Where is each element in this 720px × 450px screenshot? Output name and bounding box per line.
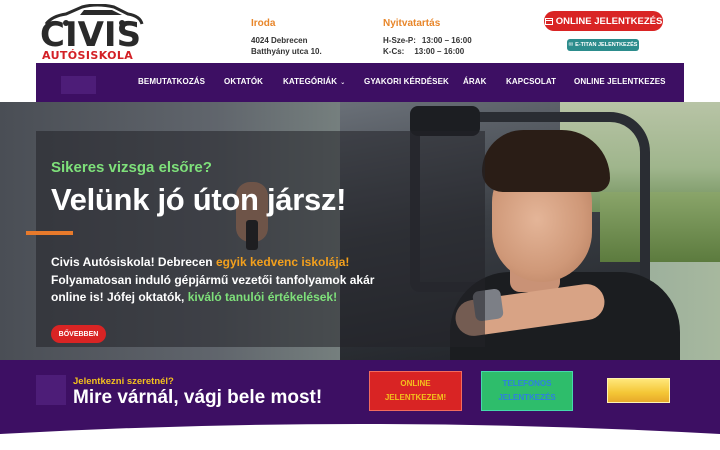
page: CIVIS AUTÓSISKOLA Iroda 4024 Debrecen Ba… [0, 0, 720, 450]
nav-item-kategoriak[interactable]: KATEGÓRIÁK ⌄ [283, 63, 345, 102]
cta-kicker: Jelentkezni szeretnél? [73, 376, 174, 387]
nav-item-bemutatkozas[interactable]: BEMUTATKOZÁS [138, 63, 205, 102]
chevron-down-icon: ⌄ [340, 80, 346, 86]
nav-item-gyik[interactable]: GYAKORI KÉRDÉSEK [364, 63, 449, 102]
logo-subtitle: AUTÓSISKOLA [42, 49, 134, 62]
cta-phone-label: TELEFONOS JELENTKEZÉS [498, 379, 556, 402]
nav-item-label: KATEGÓRIÁK [283, 77, 338, 86]
section-divider-wave [0, 424, 720, 450]
main-navigation: BEMUTATKOZÁS OKTATÓK KATEGÓRIÁK ⌄ GYAKORI… [36, 63, 684, 102]
hours-time: 13:00 – 16:00 [414, 47, 465, 56]
hero-description: Civis Autósiskola! Debrecen egyik kedven… [51, 254, 411, 307]
nav-item-oktatok[interactable]: OKTATÓK [224, 63, 263, 102]
etitan-application-button[interactable]: ✉ E-TITAN JELENTKEZÉS [567, 39, 639, 51]
nav-logo-placeholder[interactable] [61, 76, 96, 94]
cta-icon-placeholder [36, 375, 66, 405]
opening-hours: Nyitvatartás H-Sze-P: 13:00 – 16:00 K-Cs… [383, 17, 472, 57]
site-logo[interactable]: CIVIS AUTÓSISKOLA [38, 4, 146, 62]
hours-title: Nyitvatartás [383, 18, 441, 29]
nav-item-online-jelentkezes[interactable]: ONLINE JELENTKEZES [574, 63, 666, 102]
cta-phone-button[interactable]: TELEFONOS JELENTKEZÉS [481, 371, 573, 411]
cta-title: Mire várnál, vágj bele most! [73, 387, 323, 408]
hours-time: 13:00 – 16:00 [421, 36, 472, 45]
hero-text-part: Civis Autósiskola! Debrecen [51, 255, 216, 269]
cta-yellow-button[interactable] [607, 378, 670, 403]
hero-title: Velünk jó úton jársz! [51, 182, 347, 217]
more-button[interactable]: BŐVEBBEN [51, 325, 106, 343]
address-title: Iroda [251, 18, 276, 29]
cta-online-button[interactable]: ONLINE JELENTKEZEM! [369, 371, 462, 411]
hero-text-highlight: kiváló tanulói értékelések! [187, 290, 338, 304]
online-application-label: ONLINE JELENTKEZÉS [555, 15, 663, 27]
hero-kicker: Sikeres vizsga elsőre? [51, 159, 212, 176]
hero-divider [26, 231, 73, 235]
etitan-label: E-TITAN JELENTKEZÉS [575, 42, 638, 48]
hours-row: H-Sze-P: 13:00 – 16:00 [383, 35, 472, 46]
hours-days: H-Sze-P: [383, 36, 416, 45]
site-header: CIVIS AUTÓSISKOLA Iroda 4024 Debrecen Ba… [0, 0, 720, 63]
hours-row: K-Cs: 13:00 – 16:00 [383, 46, 472, 57]
calendar-icon [544, 18, 553, 25]
address-line: Batthyány utca 10. [251, 47, 322, 56]
nav-item-arak[interactable]: ÁRAK [463, 63, 487, 102]
check-icon: ✉ [568, 42, 574, 48]
online-application-button[interactable]: ONLINE JELENTKEZÉS [544, 11, 663, 31]
hours-days: K-Cs: [383, 47, 405, 56]
hero-text-highlight: egyik kedvenc iskolája! [215, 255, 350, 269]
office-address: Iroda 4024 Debrecen Batthyány utca 10. [251, 17, 322, 57]
nav-item-kapcsolat[interactable]: KAPCSOLAT [506, 63, 556, 102]
address-line: 4024 Debrecen [251, 36, 308, 45]
hero-photo-hair [482, 130, 610, 192]
logo-title: CIVIS [40, 15, 142, 55]
